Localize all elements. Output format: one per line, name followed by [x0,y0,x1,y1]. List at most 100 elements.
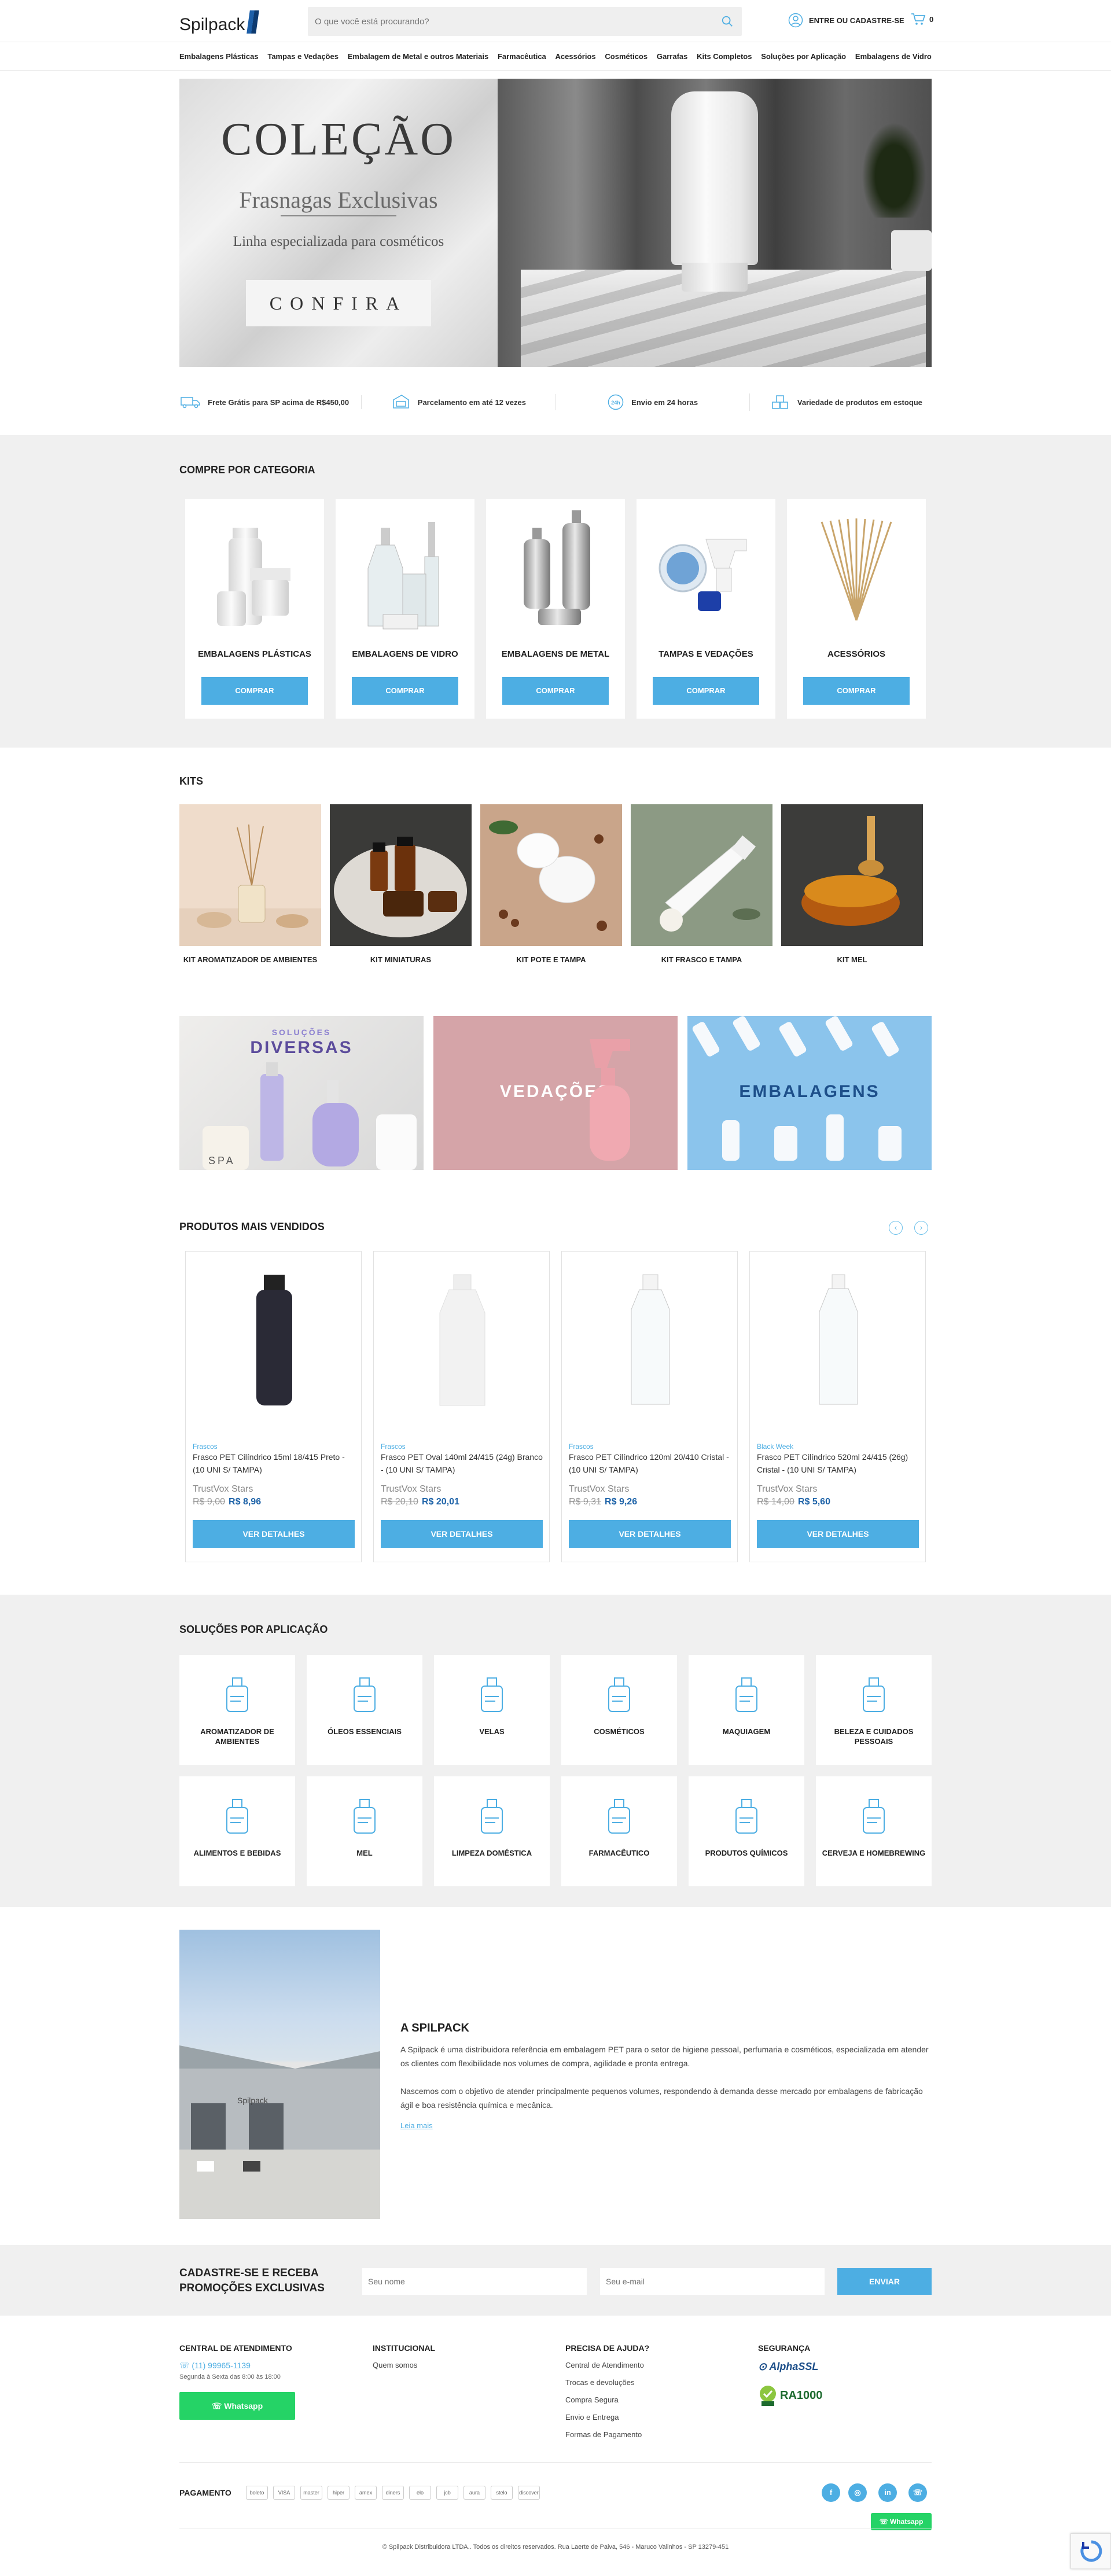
application-tile[interactable]: LIMPEZA DOMÉSTICA [434,1776,550,1886]
search-bar[interactable] [308,7,742,36]
product-name[interactable]: Frasco PET Oval 140ml 24/415 (24g) Branc… [381,1451,543,1476]
product-name[interactable]: Frasco PET Cilíndrico 15ml 18/415 Preto … [193,1451,355,1476]
promo-packaging[interactable]: EMBALAGENS [687,1016,932,1170]
carousel-prev-button[interactable]: ‹ [889,1221,903,1235]
kit-card[interactable]: KIT AROMATIZADOR DE AMBIENTES [179,804,321,965]
product-card[interactable]: Frascos Frasco PET Cilíndrico 15ml 18/41… [185,1251,362,1562]
kit-card[interactable]: KIT FRASCO E TAMPA [631,804,772,965]
product-card[interactable]: Frascos Frasco PET Oval 140ml 24/415 (24… [373,1251,550,1562]
nav-item[interactable]: Soluções por Aplicação [761,52,846,61]
nav-item[interactable]: Embalagens de Vidro [855,52,932,61]
banner-plant [856,113,932,218]
cart-icon [911,13,926,25]
ra1000-seal[interactable]: RA1000 [758,2384,822,2407]
application-tile[interactable]: COSMÉTICOS [561,1655,677,1765]
promo-seals[interactable]: VEDAÇÕES [433,1016,678,1170]
footer-link[interactable]: Central de Atendimento [565,2361,644,2369]
recaptcha-badge[interactable] [1070,2533,1111,2569]
newsletter-email-input[interactable] [600,2268,825,2295]
kit-card[interactable]: KIT MEL [781,804,923,965]
hero-banner[interactable]: COLEÇÃO Frasnagas Exclusivas Linha espec… [179,79,932,367]
nav-item[interactable]: Embalagens Plásticas [179,52,259,61]
product-category: Black Week [757,1442,794,1451]
categories-title: COMPRE POR CATEGORIA [179,464,315,476]
category-card[interactable]: TAMPAS E VEDAÇÕES COMPRAR [637,499,775,719]
product-card[interactable]: Black Week Frasco PET Cilíndrico 520ml 2… [749,1251,926,1562]
application-label: PRODUTOS QUÍMICOS [705,1849,788,1857]
category-buy-button[interactable]: COMPRAR [502,677,609,705]
footer-link[interactable]: Compra Segura [565,2395,619,2404]
carousel-next-button[interactable]: › [914,1221,928,1235]
nav-item[interactable]: Cosméticos [605,52,648,61]
category-card[interactable]: EMBALAGENS DE METAL COMPRAR [486,499,625,719]
product-card[interactable]: Frascos Frasco PET Cilíndrico 120ml 20/4… [561,1251,738,1562]
promo-diverse-solutions[interactable]: SOLUÇÕES DIVERSAS SPA [179,1016,424,1170]
linkedin-icon[interactable]: in [878,2483,897,2502]
product-details-button[interactable]: VER DETALHES [193,1520,355,1548]
product-name[interactable]: Frasco PET Cilíndrico 520ml 24/415 (26g)… [757,1451,919,1476]
application-tile[interactable]: MAQUIAGEM [689,1655,804,1765]
category-buy-button[interactable]: COMPRAR [201,677,308,705]
category-buy-button[interactable]: COMPRAR [352,677,458,705]
product-old-price: R$ 20,10 [381,1497,418,1507]
application-tile[interactable]: BELEZA E CUIDADOS PESSOAIS [816,1655,932,1765]
about-title: A SPILPACK [400,2022,469,2034]
footer-divider [179,2462,932,2463]
kit-card[interactable]: KIT MINIATURAS [330,804,472,965]
product-details-button[interactable]: VER DETALHES [381,1520,543,1548]
nav-item[interactable]: Farmacêutica [498,52,546,61]
whatsapp-social-icon[interactable]: ☏ [908,2483,927,2502]
nav-item[interactable]: Tampas e Vedações [267,52,339,61]
application-tile[interactable]: ÓLEOS ESSENCIAIS [307,1655,422,1765]
cart-button[interactable]: 0 [911,13,933,25]
account-link[interactable]: ENTRE OU CADASTRE-SE [788,13,904,28]
category-buy-button[interactable]: COMPRAR [653,677,759,705]
instagram-icon[interactable]: ◎ [848,2483,867,2502]
category-card[interactable]: EMBALAGENS PLÁSTICAS COMPRAR [185,499,324,719]
alphassl-seal[interactable]: ⊙ AlphaSSL [758,2361,818,2373]
about-read-more-link[interactable]: Leia mais [400,2121,433,2130]
application-tile[interactable]: CERVEJA E HOMEBREWING [816,1776,932,1886]
footer-whatsapp-label: Whatsapp [224,2401,263,2411]
product-price: R$ 14,00 R$ 5,60 [757,1497,830,1507]
logo[interactable]: Spilpack [179,10,260,35]
footer-phone[interactable]: ☏ (11) 99965-1139 [179,2361,251,2371]
category-card[interactable]: EMBALAGENS DE VIDRO COMPRAR [336,499,474,719]
footer-link[interactable]: Envio e Entrega [565,2413,619,2422]
application-tile[interactable]: FARMACÊUTICO [561,1776,677,1886]
footer-link[interactable]: Formas de Pagamento [565,2430,642,2439]
nav-item[interactable]: Embalagem de Metal e outros Materiais [348,52,488,61]
nav-item[interactable]: Acessórios [556,52,596,61]
newsletter-name-input[interactable] [362,2268,587,2295]
banner-product-photo [498,79,932,367]
kit-card[interactable]: KIT POTE E TAMPA [480,804,622,965]
footer-hours: Segunda à Sexta das 8:00 às 18:00 [179,2373,281,2380]
product-details-button[interactable]: VER DETALHES [757,1520,919,1548]
beer-homebrew-icon [863,1799,885,1834]
footer-whatsapp-button[interactable]: ☏ Whatsapp [179,2392,295,2420]
application-tile[interactable]: AROMATIZADOR DE AMBIENTES [179,1655,295,1765]
svg-text:24h: 24h [611,400,620,406]
facebook-icon[interactable]: f [822,2483,840,2502]
category-buy-button[interactable]: COMPRAR [803,677,910,705]
search-input[interactable] [308,7,713,36]
household-cleaning-icon [481,1799,503,1834]
footer-link[interactable]: Quem somos [373,2361,417,2369]
application-tile[interactable]: VELAS [434,1655,550,1765]
category-card[interactable]: ACESSÓRIOS COMPRAR [787,499,926,719]
newsletter-submit-button[interactable]: ENVIAR [837,2268,932,2295]
application-tile[interactable]: PRODUTOS QUÍMICOS [689,1776,804,1886]
nav-item[interactable]: Kits Completos [697,52,752,61]
product-details-button[interactable]: VER DETALHES [569,1520,731,1548]
search-icon[interactable] [721,15,734,28]
account-label: ENTRE OU CADASTRE-SE [809,16,904,25]
footer-link[interactable]: Trocas e devoluções [565,2378,634,2387]
credit-card-icon [393,395,409,409]
application-label: MEL [356,1849,373,1857]
banner-cta-button[interactable]: CONFIRA [246,280,431,326]
nav-item[interactable]: Garrafas [657,52,687,61]
product-name[interactable]: Frasco PET Cilíndrico 120ml 20/410 Crist… [569,1451,731,1476]
floating-whatsapp-button[interactable]: ☏ Whatsapp [871,2513,932,2530]
application-tile[interactable]: ALIMENTOS E BEBIDAS [179,1776,295,1886]
application-tile[interactable]: MEL [307,1776,422,1886]
